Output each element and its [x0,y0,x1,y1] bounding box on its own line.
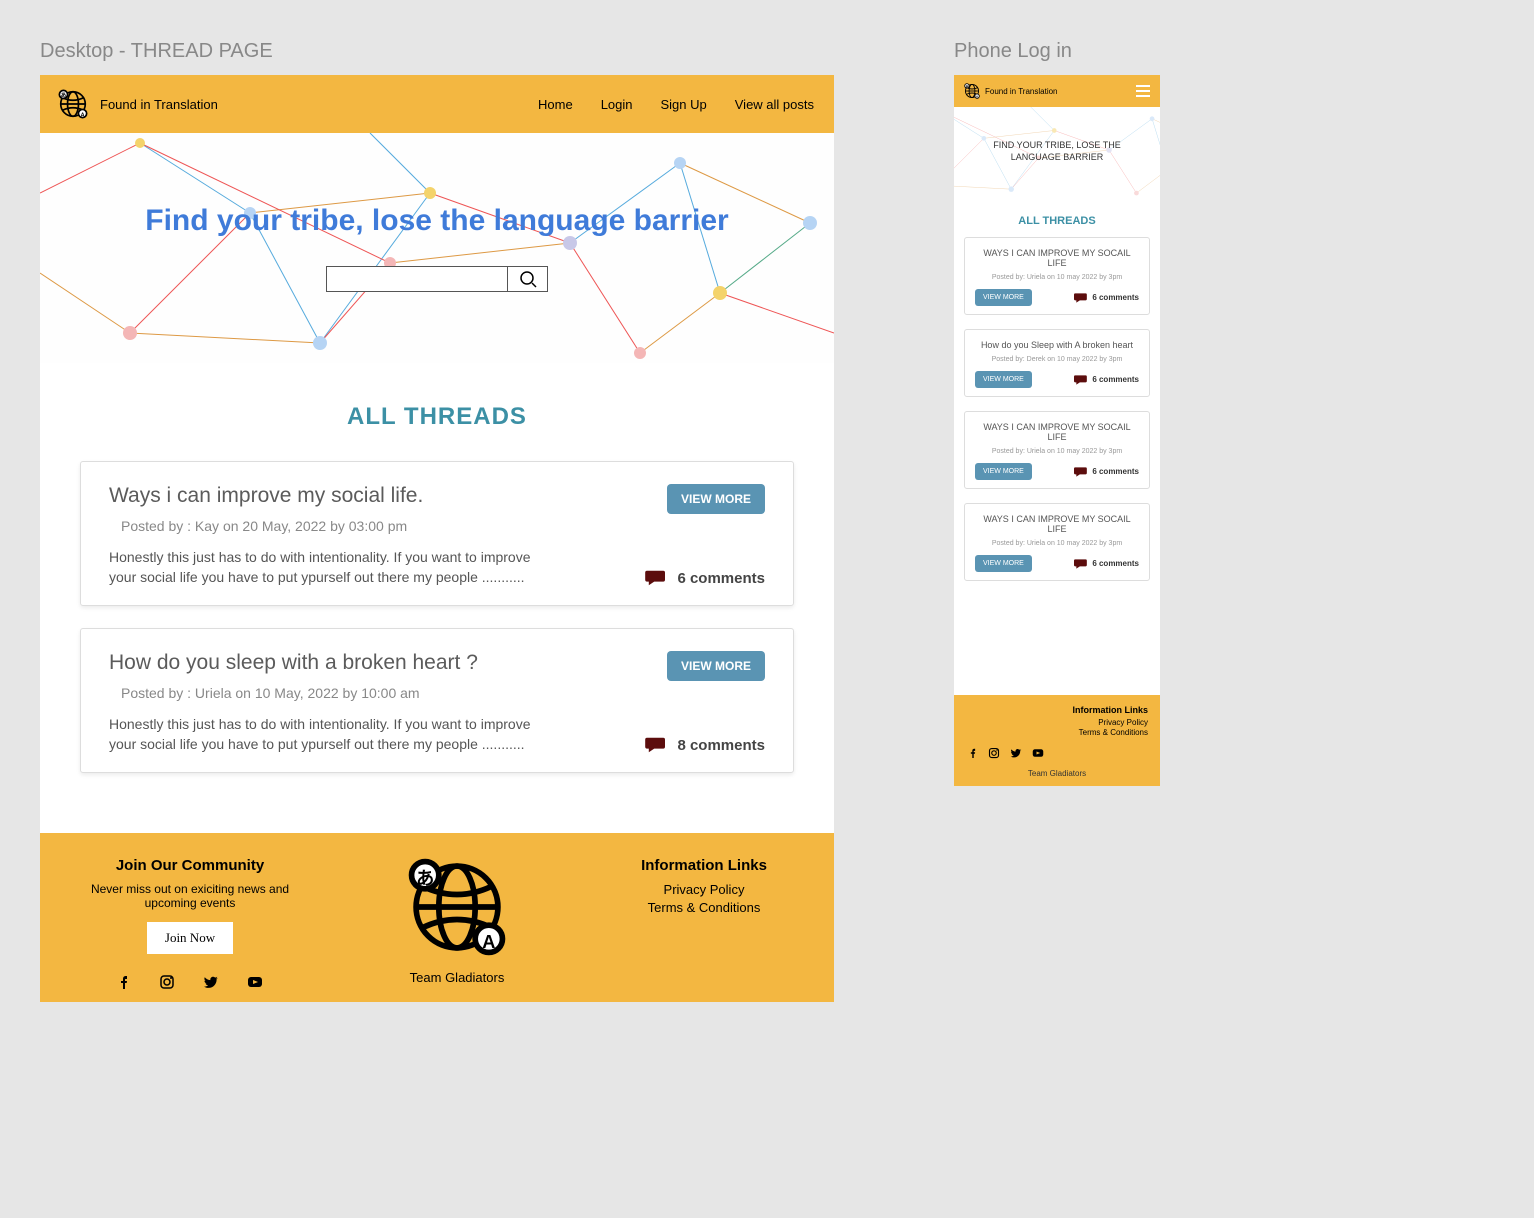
phone-thread-card: WAYS I CAN IMPROVE MY SOCAIL LIFE Posted… [964,503,1150,581]
phone-footer: Information Links Privacy Policy Terms &… [954,695,1160,786]
footer-privacy[interactable]: Privacy Policy [966,718,1148,727]
phone-brand[interactable]: Found in Translation [964,83,1058,99]
phone-section-title: ALL THREADS [954,215,1160,227]
hero: Find your tribe, lose the language barri… [40,133,834,363]
footer-info-heading: Information Links [604,857,804,874]
section-title: ALL THREADS [40,403,834,431]
youtube-icon[interactable] [247,974,263,990]
thread-body: Honestly this just has to do with intent… [109,715,559,754]
comments-link[interactable]: 6 comments [1074,466,1139,478]
nav-viewall[interactable]: View all posts [735,97,814,112]
thread-meta: Posted by: Derek on 10 may 2022 by 3pm [975,356,1139,363]
join-now-button[interactable]: Join Now [147,922,233,954]
instagram-icon[interactable] [988,747,1000,759]
thread-meta: Posted by: Uriela on 10 may 2022 by 3pm [975,448,1139,455]
comments-link[interactable]: 6 comments [645,569,765,587]
view-more-button[interactable]: VIEW MORE [975,371,1032,388]
menu-icon[interactable] [1136,85,1150,97]
search-button[interactable] [507,267,547,291]
nav: Home Login Sign Up View all posts [538,97,814,112]
thread-card: Ways i can improve my social life. Poste… [80,461,794,606]
comments-count: 6 comments [1092,467,1139,476]
thread-meta: Posted by : Kay on 20 May, 2022 by 03:00… [121,518,765,534]
phone-thread-card: WAYS I CAN IMPROVE MY SOCAIL LIFE Posted… [964,237,1150,315]
instagram-icon[interactable] [159,974,175,990]
twitter-icon[interactable] [1010,747,1022,759]
thread-meta: Posted by : Uriela on 10 May, 2022 by 10… [121,685,765,701]
hero-network-bg [40,133,834,363]
footer-team: Team Gladiators [966,769,1148,778]
comments-count: 6 comments [677,570,765,587]
view-more-button[interactable]: VIEW MORE [667,484,765,514]
search-input[interactable] [327,267,507,291]
brand[interactable]: Found in Translation [56,89,218,119]
twitter-icon[interactable] [203,974,219,990]
footer-logo-icon [402,857,512,957]
view-more-button[interactable]: VIEW MORE [975,555,1032,572]
phone-header: Found in Translation [954,75,1160,107]
phone-hero-title: FIND YOUR TRIBE, LOSE THE LANGUAGE BARRI… [954,140,1160,163]
youtube-icon[interactable] [1032,747,1044,759]
footer-join-sub: Never miss out on exiciting news and upc… [70,882,310,910]
comment-icon [1074,374,1088,386]
thread-title: WAYS I CAN IMPROVE MY SOCAIL LIFE [975,248,1139,268]
footer-team: Team Gladiators [367,970,547,985]
view-more-button[interactable]: VIEW MORE [975,289,1032,306]
facebook-icon[interactable] [117,974,131,990]
view-more-button[interactable]: VIEW MORE [667,651,765,681]
comment-icon [645,736,667,754]
comments-link[interactable]: 6 comments [1074,292,1139,304]
thread-body: Honestly this just has to do with intent… [109,548,559,587]
comments-link[interactable]: 8 comments [645,736,765,754]
phone-hero: FIND YOUR TRIBE, LOSE THE LANGUAGE BARRI… [954,107,1160,197]
footer-join-heading: Join Our Community [70,857,310,874]
phone-frame: Found in Translation FIND YOUR TRIBE, LO… [954,75,1160,786]
comments-link[interactable]: 6 comments [1074,558,1139,570]
footer-privacy[interactable]: Privacy Policy [604,882,804,897]
view-more-button[interactable]: VIEW MORE [975,463,1032,480]
comment-icon [645,569,667,587]
comment-icon [1074,558,1088,570]
footer-terms[interactable]: Terms & Conditions [604,900,804,915]
comments-link[interactable]: 6 comments [1074,374,1139,386]
comment-icon [1074,466,1088,478]
comments-count: 6 comments [1092,375,1139,384]
comments-count: 6 comments [1092,293,1139,302]
footer-terms[interactable]: Terms & Conditions [966,728,1148,737]
artboard-label-phone: Phone Log in [954,40,1160,63]
search-icon [519,270,537,288]
desktop-frame: Found in Translation Home Login Sign Up … [40,75,834,1002]
nav-login[interactable]: Login [601,97,633,112]
footer-info-heading: Information Links [966,705,1148,715]
logo-icon [964,83,980,99]
artboard-label-desktop: Desktop - THREAD PAGE [40,40,834,63]
logo-icon [56,89,90,119]
comments-count: 8 comments [677,737,765,754]
phone-thread-card: How do you Sleep with A broken heart Pos… [964,329,1150,397]
brand-name: Found in Translation [985,87,1058,96]
comments-count: 6 comments [1092,559,1139,568]
thread-card: How do you sleep with a broken heart ? P… [80,628,794,773]
footer: Join Our Community Never miss out on exi… [40,833,834,1002]
header: Found in Translation Home Login Sign Up … [40,75,834,133]
thread-title: WAYS I CAN IMPROVE MY SOCAIL LIFE [975,514,1139,534]
nav-home[interactable]: Home [538,97,573,112]
nav-signup[interactable]: Sign Up [661,97,707,112]
search-box [326,266,548,292]
thread-title: How do you Sleep with A broken heart [975,340,1139,350]
thread-title: WAYS I CAN IMPROVE MY SOCAIL LIFE [975,422,1139,442]
hero-title: Find your tribe, lose the language barri… [145,204,728,238]
phone-thread-card: WAYS I CAN IMPROVE MY SOCAIL LIFE Posted… [964,411,1150,489]
thread-meta: Posted by: Uriela on 10 may 2022 by 3pm [975,274,1139,281]
brand-name: Found in Translation [100,97,218,112]
facebook-icon[interactable] [968,747,978,759]
comment-icon [1074,292,1088,304]
thread-meta: Posted by: Uriela on 10 may 2022 by 3pm [975,540,1139,547]
